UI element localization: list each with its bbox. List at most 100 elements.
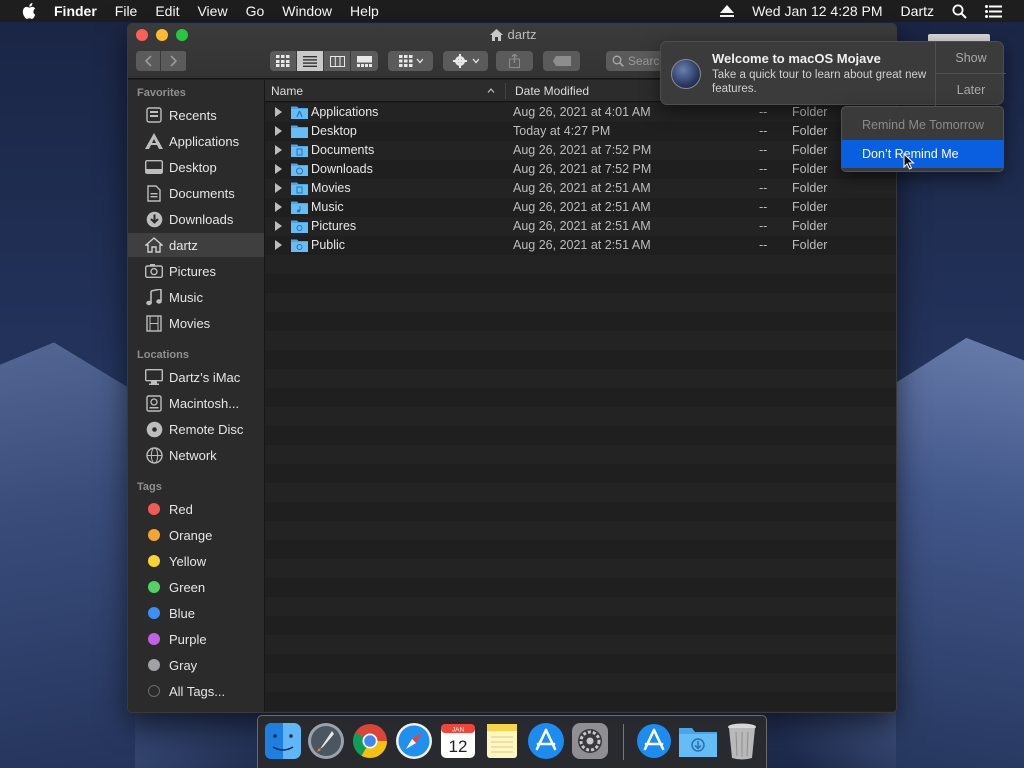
action-menu-button[interactable]	[443, 51, 488, 71]
dock-notes[interactable]	[482, 721, 522, 761]
menu-clock[interactable]: Wed Jan 12 4:28 PM	[752, 3, 882, 19]
menu-go[interactable]: Go	[246, 3, 265, 19]
sidebar-item-macintosh-hd[interactable]: Macintosh...	[128, 391, 264, 415]
sidebar-item-movies[interactable]: Movies	[128, 311, 264, 335]
disc-icon	[145, 420, 163, 438]
favorites-header: Favorites	[137, 87, 186, 99]
spotlight-search-icon[interactable]	[952, 4, 967, 19]
sidebar-item-recents[interactable]: Recents	[128, 103, 264, 127]
dock-system-preferences[interactable]	[570, 721, 610, 761]
sidebar-item-label: Blue	[169, 605, 196, 621]
list-view-button[interactable]	[297, 51, 324, 71]
calendar-month: JAN	[452, 727, 465, 734]
sidebar-item-documents[interactable]: Documents	[128, 181, 264, 205]
locations-header: Locations	[137, 349, 189, 361]
sidebar-item-label: Network	[169, 447, 217, 463]
disclosure-triangle-icon[interactable]	[275, 164, 282, 174]
table-row[interactable]: Pictures Aug 26, 2021 at 2:51 AM -- Fold…	[265, 217, 896, 236]
sidebar-tag-all[interactable]: All Tags...	[128, 679, 264, 703]
sidebar-item-desktop[interactable]: Desktop	[128, 155, 264, 179]
sidebar-tag-orange[interactable]: Orange	[128, 523, 264, 547]
eject-icon[interactable]	[720, 5, 735, 17]
menu-user[interactable]: Dartz	[901, 3, 934, 19]
disclosure-triangle-icon[interactable]	[275, 202, 282, 212]
menu-window[interactable]: Window	[282, 3, 332, 19]
sidebar-tag-gray[interactable]: Gray	[128, 653, 264, 677]
menu-edit[interactable]: Edit	[155, 3, 179, 19]
sidebar-item-label: Remote Disc	[169, 421, 244, 437]
disclosure-triangle-icon[interactable]	[275, 107, 282, 117]
menu-view[interactable]: View	[197, 3, 227, 19]
navigation-buttons	[136, 51, 187, 71]
gallery-view-button[interactable]	[351, 51, 378, 71]
icon-view-button[interactable]	[270, 51, 297, 71]
file-size: --	[759, 200, 768, 214]
remind-tomorrow-option[interactable]: Remind Me Tomorrow	[842, 111, 1003, 139]
apple-menu-icon[interactable]	[22, 3, 36, 19]
sidebar-tag-red[interactable]: Red	[128, 497, 264, 521]
sidebar-item-label: Orange	[169, 527, 213, 543]
dock-launchpad[interactable]	[306, 721, 346, 761]
dock-safari[interactable]	[394, 721, 434, 761]
disclosure-triangle-icon[interactable]	[275, 221, 282, 231]
sidebar-tag-purple[interactable]: Purple	[128, 627, 264, 651]
desktop-icon	[145, 158, 163, 176]
table-row[interactable]: Documents Aug 26, 2021 at 7:52 PM -- Fol…	[265, 141, 896, 160]
menu-file[interactable]: File	[115, 3, 138, 19]
sidebar-item-imac[interactable]: Dartz’s iMac	[128, 365, 264, 389]
purple-tag-icon	[148, 633, 160, 645]
dock-chrome[interactable]	[350, 721, 390, 761]
dock-calendar[interactable]: JAN 12	[438, 721, 478, 761]
table-row[interactable]: Applications Aug 26, 2021 at 4:01 AM -- …	[265, 103, 896, 122]
share-button[interactable]	[496, 51, 533, 71]
table-row[interactable]: Public Aug 26, 2021 at 2:51 AM -- Folder	[265, 236, 896, 255]
sidebar-item-downloads[interactable]: Downloads	[128, 207, 264, 231]
later-button[interactable]: Later	[936, 74, 1006, 106]
sidebar-item-music[interactable]: Music	[128, 285, 264, 309]
back-button[interactable]	[136, 51, 161, 71]
table-row[interactable]: Downloads Aug 26, 2021 at 7:52 PM -- Fol…	[265, 160, 896, 179]
edit-tags-button[interactable]	[543, 51, 580, 71]
menu-help[interactable]: Help	[350, 3, 379, 19]
notification-center-icon[interactable]	[985, 4, 1002, 18]
sidebar-item-remote-disc[interactable]: Remote Disc	[128, 417, 264, 441]
group-by-button[interactable]	[388, 51, 433, 71]
column-view-button[interactable]	[324, 51, 351, 71]
sidebar-item-network[interactable]: Network	[128, 443, 264, 467]
dock-trash[interactable]	[722, 721, 762, 761]
network-icon	[145, 446, 163, 464]
forward-button[interactable]	[161, 51, 186, 71]
sidebar-item-pictures[interactable]: Pictures	[128, 259, 264, 283]
file-size: --	[759, 162, 768, 176]
sort-ascending-icon	[487, 88, 495, 93]
dock-app-store-downloads[interactable]	[634, 721, 674, 761]
dock-finder[interactable]	[263, 721, 303, 761]
disclosure-triangle-icon[interactable]	[275, 145, 282, 155]
column-header-date-modified[interactable]: Date Modified	[515, 84, 589, 98]
table-row[interactable]: Desktop Today at 4:27 PM -- Folder	[265, 122, 896, 141]
calendar-day: 12	[449, 737, 468, 756]
list-icon	[303, 55, 317, 67]
sidebar-tag-yellow[interactable]: Yellow	[128, 549, 264, 573]
disclosure-triangle-icon[interactable]	[275, 183, 282, 193]
menu-finder[interactable]: Finder	[54, 3, 97, 19]
mojave-welcome-notification[interactable]: Welcome to macOS Mojave Take a quick tou…	[660, 41, 1006, 106]
sidebar-tag-blue[interactable]: Blue	[128, 601, 264, 625]
public-folder-icon	[291, 239, 308, 252]
show-button[interactable]: Show	[936, 42, 1006, 74]
table-row[interactable]: Music Aug 26, 2021 at 2:51 AM -- Folder	[265, 198, 896, 217]
dock-downloads-folder[interactable]	[678, 721, 718, 761]
column-divider[interactable]	[505, 83, 506, 99]
file-size: --	[759, 219, 768, 233]
column-header-name[interactable]: Name	[271, 84, 303, 98]
sidebar-item-applications[interactable]: Applications	[128, 129, 264, 153]
file-kind: Folder	[792, 181, 828, 195]
table-row[interactable]: Movies Aug 26, 2021 at 2:51 AM -- Folder	[265, 179, 896, 198]
sidebar-item-dartz[interactable]: dartz	[128, 233, 264, 257]
disclosure-triangle-icon[interactable]	[275, 126, 282, 136]
dont-remind-option[interactable]: Don’t Remind Me	[842, 140, 1003, 168]
disclosure-triangle-icon[interactable]	[275, 240, 282, 250]
sidebar-tag-green[interactable]: Green	[128, 575, 264, 599]
music-folder-icon	[291, 201, 308, 214]
dock-app-store[interactable]	[526, 721, 566, 761]
